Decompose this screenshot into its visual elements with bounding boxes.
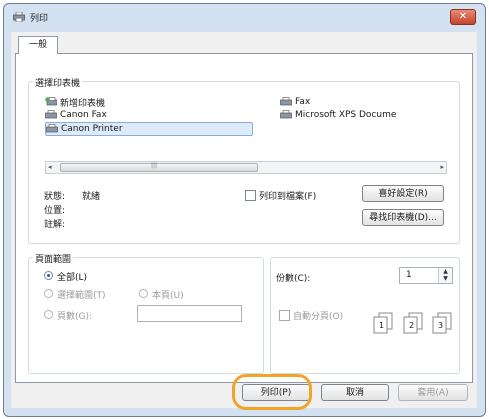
page-range-selection-radio[interactable] xyxy=(44,289,53,298)
close-button[interactable]: ✕ xyxy=(450,9,476,25)
page-range-pages-input[interactable] xyxy=(137,305,242,322)
print-button-highlight xyxy=(232,374,312,410)
status-value: 就緒 xyxy=(82,192,101,202)
tab-general[interactable]: 一般 xyxy=(18,36,58,54)
page-range-selection-label: 選擇範圍(T) xyxy=(57,291,106,301)
apply-button[interactable]: 套用(A) xyxy=(398,384,468,401)
select-printer-group: 選擇印表機 新增印表機 Fax Canon Fax Microsoft XPS … xyxy=(28,76,460,244)
printer-name: Canon Printer xyxy=(61,124,123,134)
collate-page-1: 1 xyxy=(379,321,385,330)
printer-name: 新增印表機 xyxy=(60,98,106,109)
dialog-client-area: 一般 選擇印表機 新增印表機 Fax Canon Fax Microsoft X… xyxy=(11,32,477,408)
copies-spin-buttons[interactable]: ▲ ▼ xyxy=(438,268,452,283)
printer-icon xyxy=(280,97,292,106)
scroll-right-arrow-icon[interactable]: ▸ xyxy=(440,163,444,171)
find-printer-button[interactable]: 尋找印表機(D)... xyxy=(362,209,444,226)
collate-label: 自動分頁(O) xyxy=(293,312,344,322)
printer-icon xyxy=(13,12,25,22)
location-label: 位置: xyxy=(44,206,66,216)
page-range-group: 頁面範圍 全部(L) 選擇範圍(T) 本頁(U) 頁數(G): xyxy=(28,252,264,374)
page-range-label: 頁面範圍 xyxy=(33,252,74,265)
printer-name: Microsoft XPS Docume xyxy=(295,110,397,120)
printer-item-canon-fax[interactable]: Canon Fax xyxy=(45,109,107,121)
page-range-current-label: 本頁(U) xyxy=(152,291,184,301)
printer-name: Canon Fax xyxy=(60,110,107,120)
copies-spinbox[interactable]: 1 ▲ ▼ xyxy=(399,267,453,284)
collate-page-3: 3 xyxy=(438,321,444,330)
page-range-all-radio[interactable] xyxy=(44,271,53,280)
cancel-button[interactable]: 取消 xyxy=(321,384,389,401)
printer-list-scrollbar[interactable]: ◂ ||| ▸ xyxy=(45,161,447,174)
printer-name: Fax xyxy=(295,97,311,107)
collate-page-2: 2 xyxy=(409,321,415,330)
window-title: 列印 xyxy=(30,14,49,24)
spin-up-icon[interactable]: ▲ xyxy=(439,268,452,275)
comment-label: 註解: xyxy=(44,220,66,230)
add-printer-icon xyxy=(45,97,57,106)
scrollbar-thumb[interactable]: ||| xyxy=(60,162,258,172)
select-printer-label: 選擇印表機 xyxy=(33,76,83,89)
scrollbar-grip-icon: ||| xyxy=(151,162,158,169)
scroll-left-arrow-icon[interactable]: ◂ xyxy=(48,163,52,171)
copies-value: 1 xyxy=(406,270,412,280)
page-range-current-radio[interactable] xyxy=(139,289,148,298)
page-range-all-label: 全部(L) xyxy=(57,273,88,283)
page-range-pages-radio[interactable] xyxy=(44,310,53,319)
page-range-pages-label: 頁數(G): xyxy=(57,312,93,322)
spin-down-icon[interactable]: ▼ xyxy=(439,275,452,282)
print-dialog: 列印 ✕ 一般 選擇印表機 新增印表機 Fax Canon Fax Micros… xyxy=(3,3,486,417)
copies-label: 份數(C): xyxy=(276,274,311,284)
printer-icon xyxy=(45,110,57,119)
printer-icon xyxy=(46,124,58,133)
status-label: 狀態: xyxy=(44,192,66,202)
printer-icon xyxy=(280,110,292,119)
print-to-file-label: 列印到檔案(F) xyxy=(259,192,317,202)
preferences-button[interactable]: 喜好設定(R) xyxy=(362,185,444,202)
tab-panel-general: 選擇印表機 新增印表機 Fax Canon Fax Microsoft XPS … xyxy=(15,53,473,383)
printer-item-add[interactable]: 新增印表機 xyxy=(45,96,106,109)
printer-item-canon-printer[interactable]: Canon Printer xyxy=(45,122,253,136)
printer-item-fax[interactable]: Fax xyxy=(280,96,310,108)
copies-group: 份數(C): 1 ▲ ▼ 自動分頁(O) 1 2 3 xyxy=(270,257,460,374)
title-bar: 列印 ✕ xyxy=(4,4,485,30)
collate-checkbox[interactable] xyxy=(279,310,290,321)
printer-item-microsoft-xps[interactable]: Microsoft XPS Docume xyxy=(280,109,396,121)
print-to-file-checkbox[interactable] xyxy=(245,190,256,201)
